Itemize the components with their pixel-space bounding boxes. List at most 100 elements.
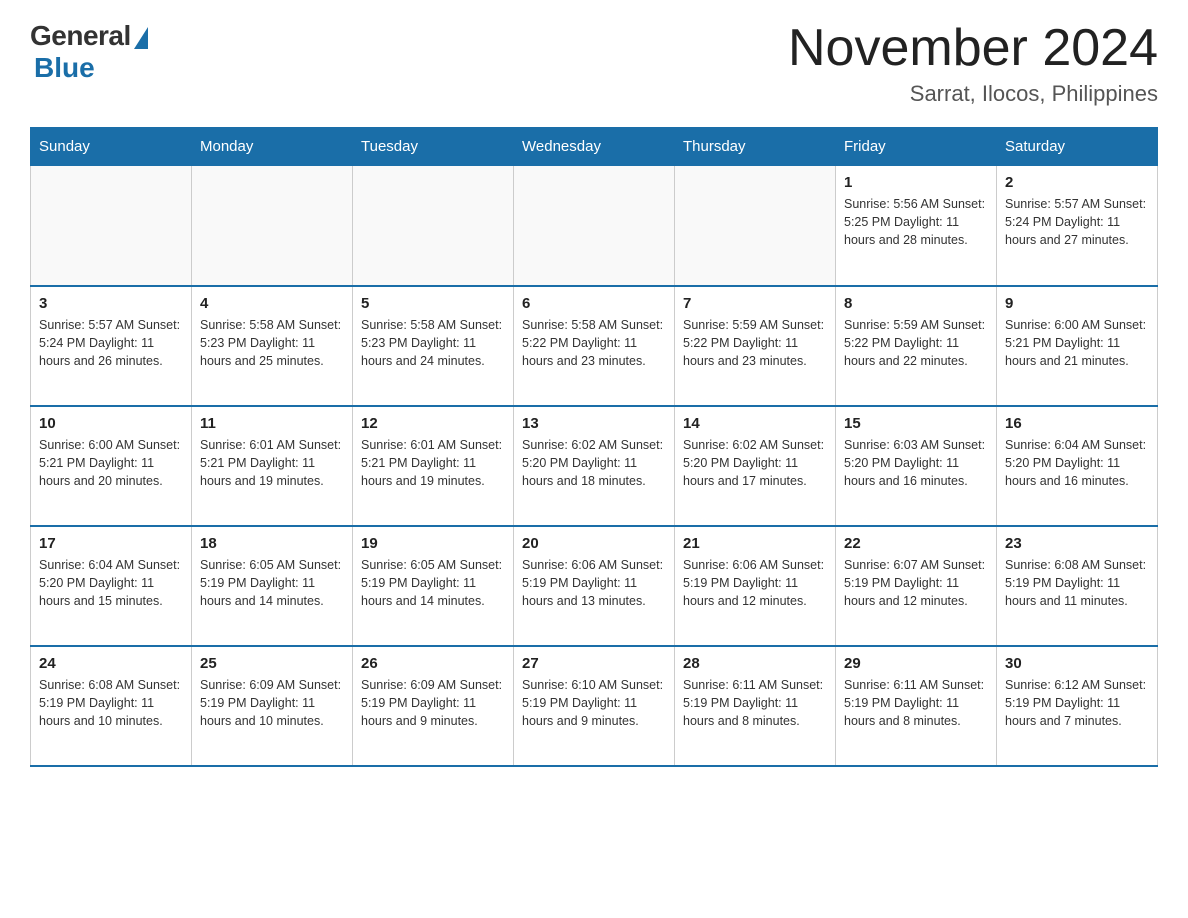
day-info: Sunrise: 6:02 AM Sunset: 5:20 PM Dayligh… (683, 436, 827, 490)
day-info: Sunrise: 6:04 AM Sunset: 5:20 PM Dayligh… (39, 556, 183, 610)
calendar-cell (353, 166, 514, 286)
day-number: 10 (39, 415, 183, 432)
day-info: Sunrise: 6:05 AM Sunset: 5:19 PM Dayligh… (361, 556, 505, 610)
day-number: 15 (844, 415, 988, 432)
day-info: Sunrise: 6:09 AM Sunset: 5:19 PM Dayligh… (361, 676, 505, 730)
calendar-cell: 21Sunrise: 6:06 AM Sunset: 5:19 PM Dayli… (675, 526, 836, 646)
day-number: 23 (1005, 535, 1149, 552)
column-header-sunday: Sunday (31, 128, 192, 166)
calendar-cell: 6 Sunrise: 5:58 AM Sunset: 5:22 PM Daylig… (514, 286, 675, 406)
day-info: Sunrise: 5:59 AM Sunset: 5:22 PM Dayligh… (844, 316, 988, 370)
calendar-header-row: SundayMondayTuesdayWednesdayThursdayFrid… (31, 128, 1158, 166)
calendar-cell: 30 Sunrise: 6:12 AM Sunset: 5:19 PM Dayli… (997, 646, 1158, 766)
day-number: 17 (39, 535, 183, 552)
day-number: 9 (1005, 295, 1149, 312)
calendar-cell: 7 Sunrise: 5:59 AM Sunset: 5:22 PM Daylig… (675, 286, 836, 406)
calendar-cell: 2 Sunrise: 5:57 AM Sunset: 5:24 PM Daylig… (997, 166, 1158, 286)
day-number: 13 (522, 415, 666, 432)
day-number: 18 (200, 535, 344, 552)
week-row-2: 3 Sunrise: 5:57 AM Sunset: 5:24 PM Daylig… (31, 286, 1158, 406)
day-number: 6 (522, 295, 666, 312)
day-info: Sunrise: 6:11 AM Sunset: 5:19 PM Dayligh… (683, 676, 827, 730)
calendar-cell: 3 Sunrise: 5:57 AM Sunset: 5:24 PM Daylig… (31, 286, 192, 406)
week-row-1: 1Sunrise: 5:56 AM Sunset: 5:25 PM Daylig… (31, 166, 1158, 286)
column-header-monday: Monday (192, 128, 353, 166)
day-number: 14 (683, 415, 827, 432)
day-number: 20 (522, 535, 666, 552)
day-info: Sunrise: 6:00 AM Sunset: 5:21 PM Dayligh… (1005, 316, 1149, 370)
day-info: Sunrise: 6:07 AM Sunset: 5:19 PM Dayligh… (844, 556, 988, 610)
column-header-saturday: Saturday (997, 128, 1158, 166)
column-header-tuesday: Tuesday (353, 128, 514, 166)
day-info: Sunrise: 6:11 AM Sunset: 5:19 PM Dayligh… (844, 676, 988, 730)
calendar-cell (514, 166, 675, 286)
day-info: Sunrise: 6:03 AM Sunset: 5:20 PM Dayligh… (844, 436, 988, 490)
column-header-wednesday: Wednesday (514, 128, 675, 166)
day-number: 30 (1005, 655, 1149, 672)
week-row-3: 10 Sunrise: 6:00 AM Sunset: 5:21 PM Dayli… (31, 406, 1158, 526)
day-number: 21 (683, 535, 827, 552)
calendar-cell: 1Sunrise: 5:56 AM Sunset: 5:25 PM Daylig… (836, 166, 997, 286)
week-row-4: 17 Sunrise: 6:04 AM Sunset: 5:20 PM Dayli… (31, 526, 1158, 646)
title-section: November 2024 Sarrat, Ilocos, Philippine… (788, 20, 1158, 107)
day-info: Sunrise: 6:09 AM Sunset: 5:19 PM Dayligh… (200, 676, 344, 730)
day-info: Sunrise: 6:05 AM Sunset: 5:19 PM Dayligh… (200, 556, 344, 610)
calendar-cell: 14 Sunrise: 6:02 AM Sunset: 5:20 PM Dayli… (675, 406, 836, 526)
day-number: 2 (1005, 174, 1149, 191)
logo: General Blue (30, 20, 148, 84)
column-header-friday: Friday (836, 128, 997, 166)
day-info: Sunrise: 6:08 AM Sunset: 5:19 PM Dayligh… (1005, 556, 1149, 610)
calendar-cell: 24Sunrise: 6:08 AM Sunset: 5:19 PM Dayli… (31, 646, 192, 766)
calendar-cell: 17 Sunrise: 6:04 AM Sunset: 5:20 PM Dayli… (31, 526, 192, 646)
day-number: 19 (361, 535, 505, 552)
calendar-cell: 13Sunrise: 6:02 AM Sunset: 5:20 PM Dayli… (514, 406, 675, 526)
location-subtitle: Sarrat, Ilocos, Philippines (788, 81, 1158, 107)
logo-blue-text: Blue (34, 52, 95, 84)
day-info: Sunrise: 6:01 AM Sunset: 5:21 PM Dayligh… (361, 436, 505, 490)
day-number: 22 (844, 535, 988, 552)
calendar-cell: 20 Sunrise: 6:06 AM Sunset: 5:19 PM Dayli… (514, 526, 675, 646)
calendar-cell: 11 Sunrise: 6:01 AM Sunset: 5:21 PM Dayli… (192, 406, 353, 526)
calendar-cell: 28 Sunrise: 6:11 AM Sunset: 5:19 PM Dayli… (675, 646, 836, 766)
month-title: November 2024 (788, 20, 1158, 77)
day-number: 29 (844, 655, 988, 672)
day-info: Sunrise: 5:58 AM Sunset: 5:22 PM Dayligh… (522, 316, 666, 370)
day-number: 5 (361, 295, 505, 312)
calendar-cell: 12Sunrise: 6:01 AM Sunset: 5:21 PM Dayli… (353, 406, 514, 526)
day-info: Sunrise: 6:12 AM Sunset: 5:19 PM Dayligh… (1005, 676, 1149, 730)
day-info: Sunrise: 5:58 AM Sunset: 5:23 PM Dayligh… (200, 316, 344, 370)
day-number: 11 (200, 415, 344, 432)
day-info: Sunrise: 6:01 AM Sunset: 5:21 PM Dayligh… (200, 436, 344, 490)
logo-triangle-icon (134, 27, 148, 49)
day-info: Sunrise: 5:58 AM Sunset: 5:23 PM Dayligh… (361, 316, 505, 370)
day-info: Sunrise: 6:00 AM Sunset: 5:21 PM Dayligh… (39, 436, 183, 490)
day-info: Sunrise: 6:08 AM Sunset: 5:19 PM Dayligh… (39, 676, 183, 730)
calendar-cell: 9 Sunrise: 6:00 AM Sunset: 5:21 PM Daylig… (997, 286, 1158, 406)
day-info: Sunrise: 6:04 AM Sunset: 5:20 PM Dayligh… (1005, 436, 1149, 490)
calendar-cell: 19 Sunrise: 6:05 AM Sunset: 5:19 PM Dayli… (353, 526, 514, 646)
calendar-cell: 29 Sunrise: 6:11 AM Sunset: 5:19 PM Dayli… (836, 646, 997, 766)
day-info: Sunrise: 6:10 AM Sunset: 5:19 PM Dayligh… (522, 676, 666, 730)
day-number: 3 (39, 295, 183, 312)
day-info: Sunrise: 6:06 AM Sunset: 5:19 PM Dayligh… (522, 556, 666, 610)
day-info: Sunrise: 5:57 AM Sunset: 5:24 PM Dayligh… (39, 316, 183, 370)
column-header-thursday: Thursday (675, 128, 836, 166)
day-number: 27 (522, 655, 666, 672)
logo-general-text: General (30, 20, 131, 52)
day-info: Sunrise: 5:59 AM Sunset: 5:22 PM Dayligh… (683, 316, 827, 370)
calendar-cell: 25 Sunrise: 6:09 AM Sunset: 5:19 PM Dayli… (192, 646, 353, 766)
calendar-cell: 10 Sunrise: 6:00 AM Sunset: 5:21 PM Dayli… (31, 406, 192, 526)
calendar-cell: 27 Sunrise: 6:10 AM Sunset: 5:19 PM Dayli… (514, 646, 675, 766)
day-number: 26 (361, 655, 505, 672)
day-number: 7 (683, 295, 827, 312)
day-number: 8 (844, 295, 988, 312)
day-number: 1 (844, 174, 988, 191)
day-number: 28 (683, 655, 827, 672)
week-row-5: 24Sunrise: 6:08 AM Sunset: 5:19 PM Dayli… (31, 646, 1158, 766)
calendar-cell: 26 Sunrise: 6:09 AM Sunset: 5:19 PM Dayli… (353, 646, 514, 766)
day-number: 4 (200, 295, 344, 312)
day-number: 25 (200, 655, 344, 672)
calendar-cell: 4 Sunrise: 5:58 AM Sunset: 5:23 PM Daylig… (192, 286, 353, 406)
calendar-cell: 23 Sunrise: 6:08 AM Sunset: 5:19 PM Dayli… (997, 526, 1158, 646)
day-info: Sunrise: 5:57 AM Sunset: 5:24 PM Dayligh… (1005, 195, 1149, 249)
